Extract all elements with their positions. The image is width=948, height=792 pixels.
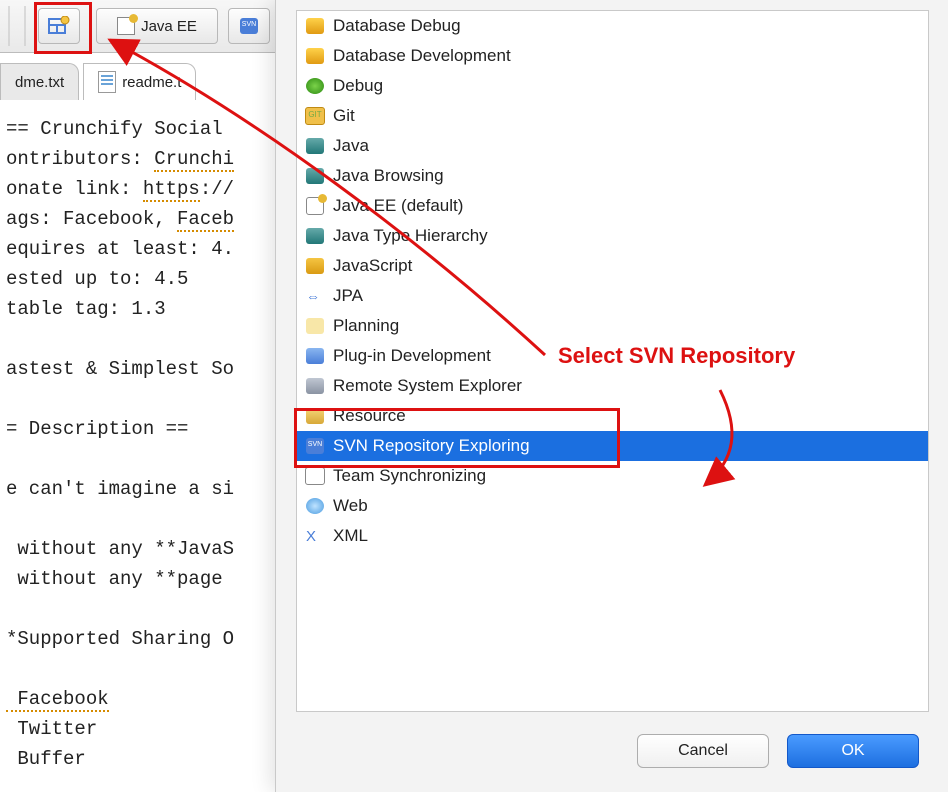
perspective-item-database-debug[interactable]: Database Debug	[297, 11, 928, 41]
perspective-item-web[interactable]: Web	[297, 491, 928, 521]
plugin-dev-icon	[305, 347, 325, 365]
perspective-item-label: Java Type Hierarchy	[333, 226, 488, 246]
database-debug-icon	[305, 17, 325, 35]
git-icon: GIT	[305, 107, 325, 125]
xml-icon: X	[305, 527, 325, 545]
perspective-item-resource[interactable]: Resource	[297, 401, 928, 431]
toolbar-sep	[8, 6, 10, 46]
perspective-item-label: Java Browsing	[333, 166, 444, 186]
perspective-item-jpa[interactable]: ⇔ JPA	[297, 281, 928, 311]
perspective-item-java-browsing[interactable]: Java Browsing	[297, 161, 928, 191]
perspective-item-label: Plug-in Development	[333, 346, 491, 366]
perspective-item-label: Remote System Explorer	[333, 376, 522, 396]
tab-readme-1[interactable]: dme.txt	[0, 63, 79, 100]
team-sync-icon	[305, 467, 325, 485]
perspective-item-java-ee[interactable]: Java EE (default)	[297, 191, 928, 221]
javascript-icon	[305, 257, 325, 275]
perspective-item-git[interactable]: GIT Git	[297, 101, 928, 131]
perspective-item-label: Resource	[333, 406, 406, 426]
annotation-text: Select SVN Repository	[558, 343, 795, 369]
tab-label: dme.txt	[15, 74, 64, 91]
debug-icon	[305, 77, 325, 95]
dialog-buttons: Cancel OK	[637, 734, 919, 768]
resource-icon	[305, 407, 325, 425]
planning-icon	[305, 317, 325, 335]
svn-icon: SVN	[240, 18, 258, 34]
cancel-button[interactable]: Cancel	[637, 734, 769, 768]
perspective-item-planning[interactable]: Planning	[297, 311, 928, 341]
tab-readme-2[interactable]: readme.t	[83, 63, 196, 100]
web-icon	[305, 497, 325, 515]
annotation-highlight-toolbar	[34, 2, 92, 54]
perspective-svn-button[interactable]: SVN	[228, 8, 270, 44]
java-ee-icon	[117, 17, 135, 35]
open-perspective-dialog: Database Debug Database Development Debug G…	[275, 0, 948, 792]
perspective-item-java[interactable]: Java	[297, 131, 928, 161]
perspective-item-xml[interactable]: X XML	[297, 521, 928, 551]
perspective-item-label: SVN Repository Exploring	[333, 436, 530, 456]
perspective-item-label: Planning	[333, 316, 399, 336]
perspective-item-label: XML	[333, 526, 368, 546]
tab-label: readme.t	[122, 74, 181, 91]
perspective-item-remote-sys[interactable]: Remote System Explorer	[297, 371, 928, 401]
database-dev-icon	[305, 47, 325, 65]
perspective-item-label: Git	[333, 106, 355, 126]
editor-tabs: dme.txt readme.t	[0, 60, 200, 100]
perspective-item-label: JPA	[333, 286, 363, 306]
perspective-item-debug[interactable]: Debug	[297, 71, 928, 101]
jpa-icon: ⇔	[305, 287, 325, 305]
java-type-hier-icon	[305, 227, 325, 245]
perspective-java-ee-button[interactable]: Java EE	[96, 8, 218, 44]
svn-repo-icon: SVN	[305, 437, 325, 455]
perspective-item-java-type-hier[interactable]: Java Type Hierarchy	[297, 221, 928, 251]
document-icon	[98, 71, 116, 93]
java-ee-label: Java EE	[141, 18, 197, 35]
java-ee-icon	[305, 197, 325, 215]
toolbar-sep	[24, 6, 26, 46]
perspective-item-label: Java EE (default)	[333, 196, 463, 216]
perspective-item-label: JavaScript	[333, 256, 412, 276]
perspective-item-label: Web	[333, 496, 368, 516]
perspective-item-label: Database Development	[333, 46, 511, 66]
perspective-item-team-sync[interactable]: Team Synchronizing	[297, 461, 928, 491]
perspective-item-svn-repo[interactable]: SVN SVN Repository Exploring	[297, 431, 928, 461]
perspective-item-javascript[interactable]: JavaScript	[297, 251, 928, 281]
perspective-item-label: Team Synchronizing	[333, 466, 486, 486]
java-browsing-icon	[305, 167, 325, 185]
remote-sys-icon	[305, 377, 325, 395]
perspective-item-database-dev[interactable]: Database Development	[297, 41, 928, 71]
perspective-item-label: Debug	[333, 76, 383, 96]
perspective-item-label: Java	[333, 136, 369, 156]
ok-button[interactable]: OK	[787, 734, 919, 768]
perspective-item-label: Database Debug	[333, 16, 461, 36]
java-icon	[305, 137, 325, 155]
